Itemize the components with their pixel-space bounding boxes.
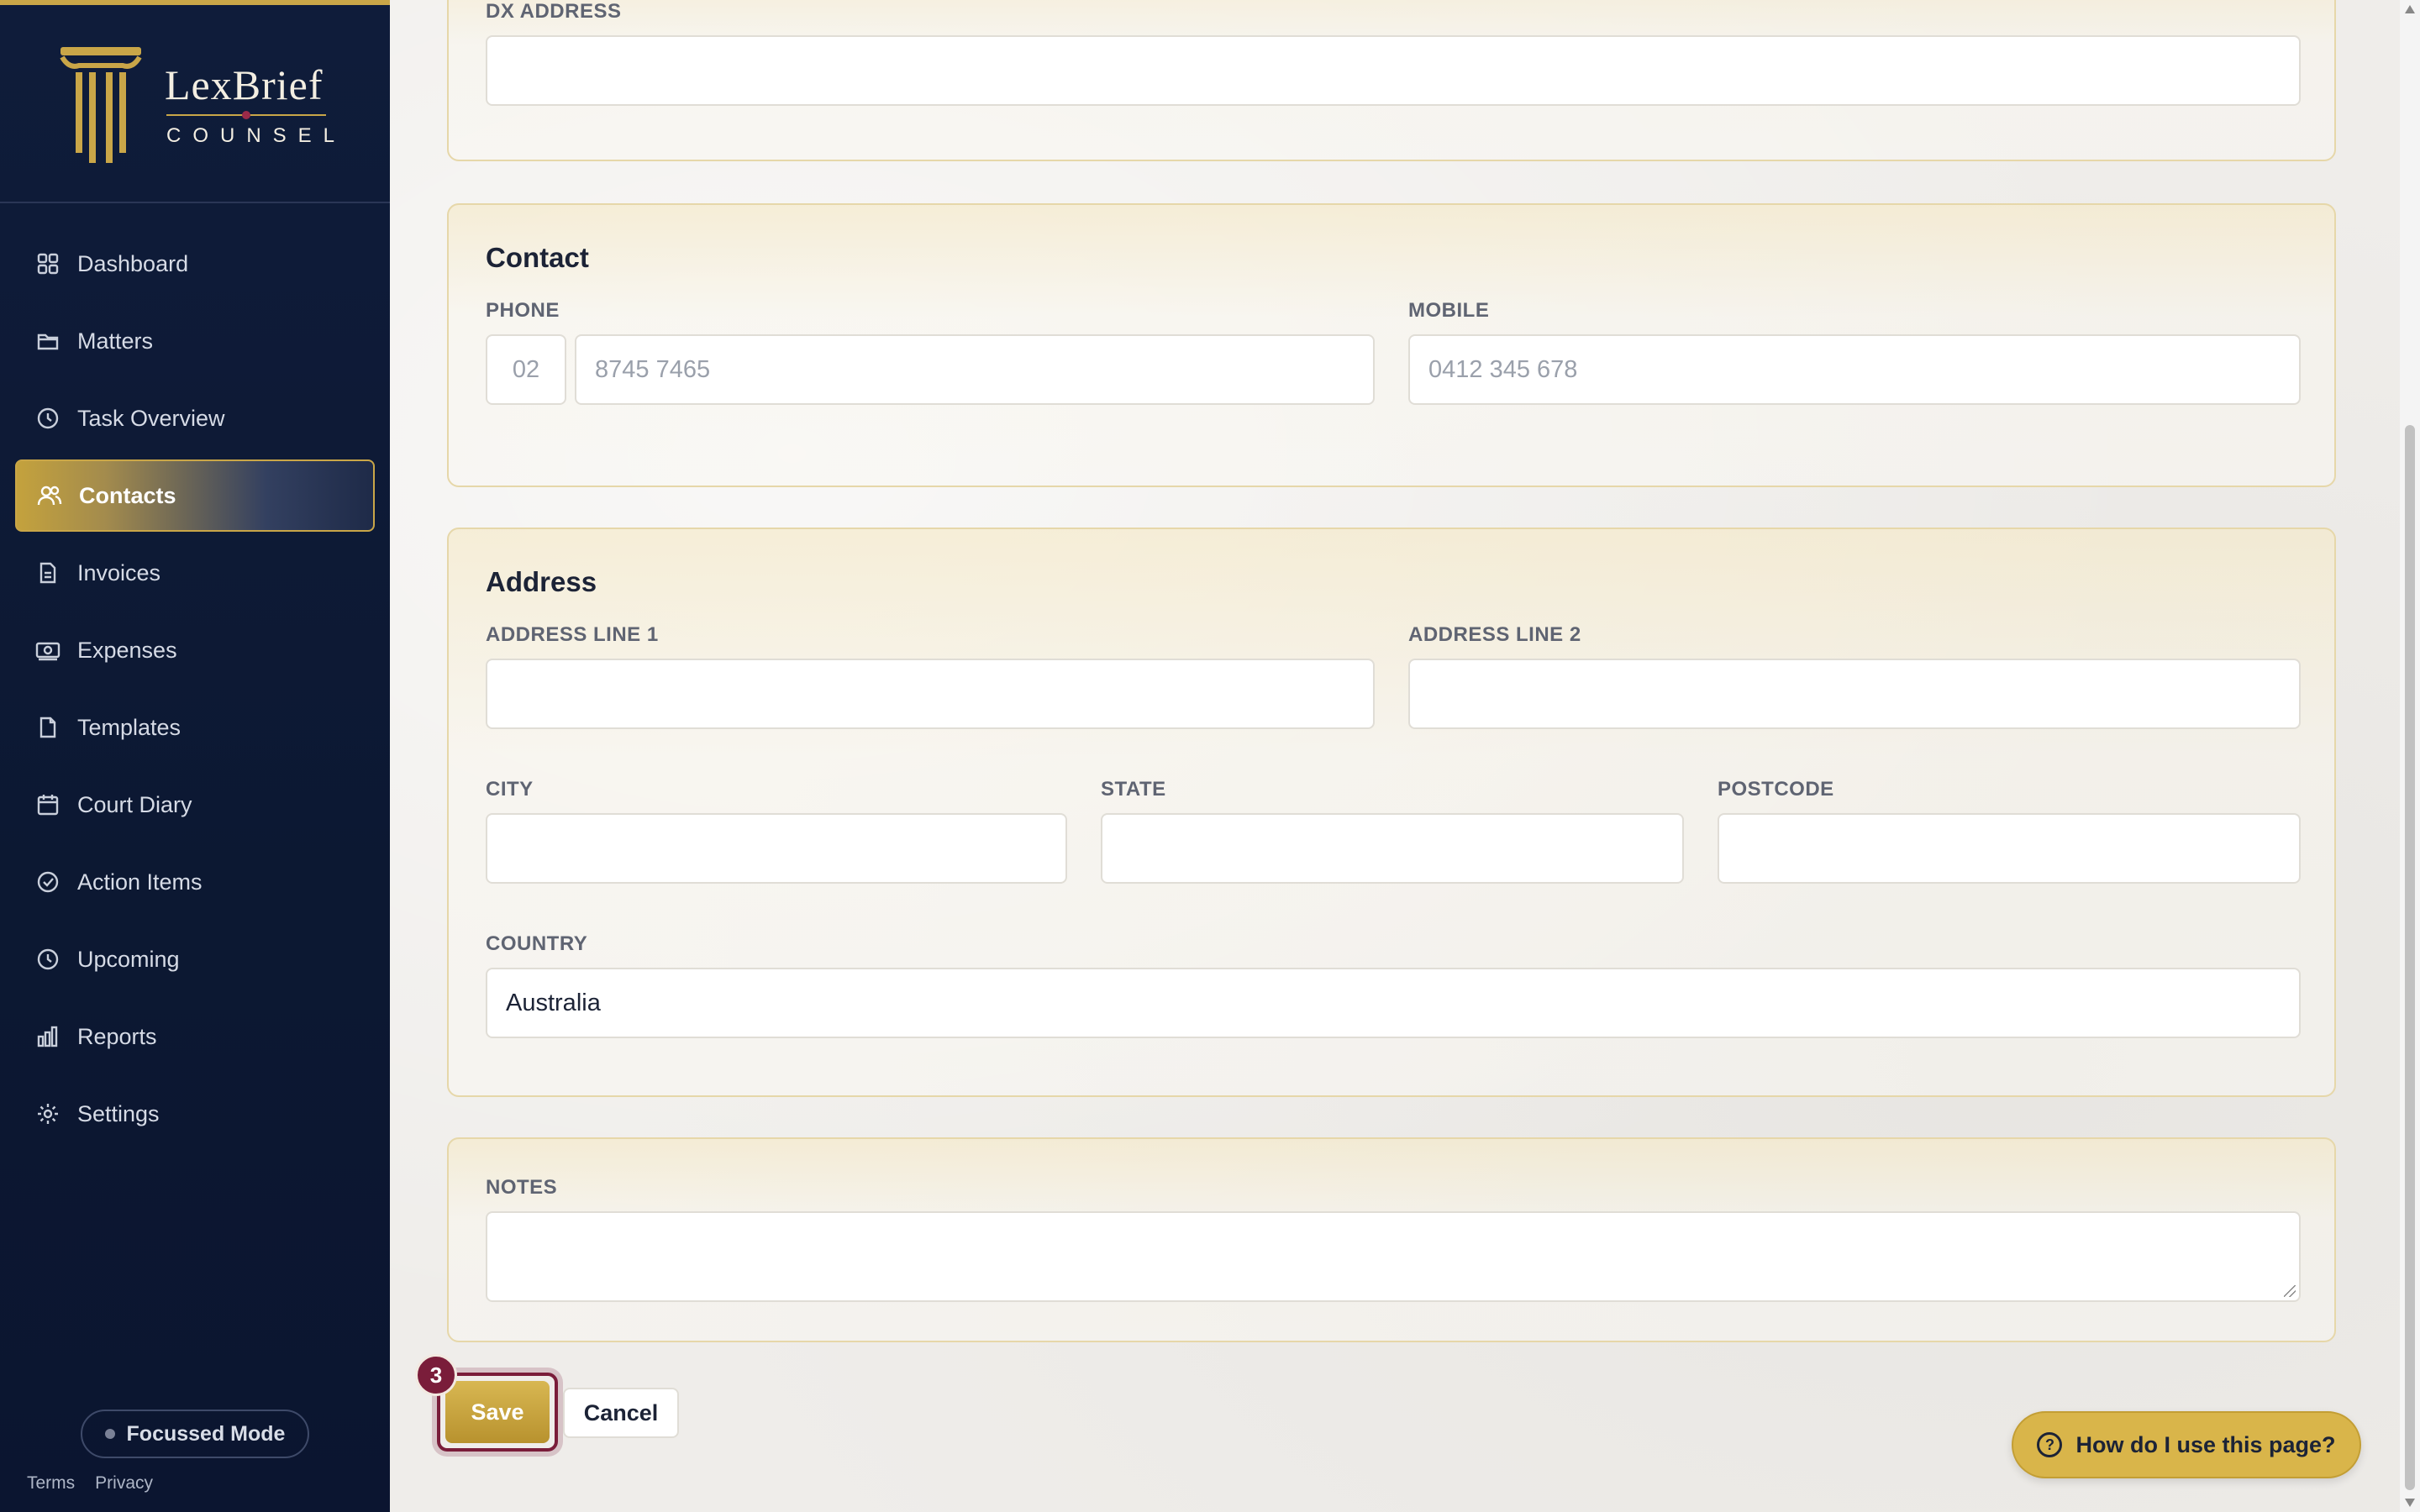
folder-icon	[34, 327, 62, 355]
grid-icon	[34, 249, 62, 278]
clock-icon	[34, 404, 62, 433]
dx-address-label: DX ADDRESS	[486, 0, 622, 23]
main-content: DX ADDRESS Contact PHONE 02 8745 7465 MO…	[390, 0, 2400, 1512]
dx-address-input[interactable]	[486, 35, 2301, 106]
status-dot	[104, 1429, 115, 1439]
calendar-icon	[34, 790, 62, 819]
brand-dot	[242, 111, 250, 119]
dx-address-card: DX ADDRESS	[447, 0, 2336, 161]
brand-name: LexBrief	[165, 61, 324, 108]
brand-sub: COUNSEL	[166, 124, 347, 147]
sidebar-item-label: Contacts	[79, 482, 176, 508]
phone-label: PHONE	[486, 299, 560, 322]
sidebar-item-label: Templates	[77, 714, 182, 740]
address-card: Address ADDRESS LINE 1 ADDRESS LINE 2 CI…	[447, 528, 2336, 1097]
sidebar-item-settings[interactable]: Settings	[0, 1075, 390, 1152]
sidebar-item-label: Upcoming	[77, 946, 180, 972]
sidebar-item-action-items[interactable]: Action Items	[0, 843, 390, 921]
sidebar: LexBrief COUNSEL Dashboard Matters Task …	[0, 0, 390, 1512]
sidebar-item-matters[interactable]: Matters	[0, 302, 390, 380]
help-label: How do I use this page?	[2075, 1431, 2336, 1457]
mobile-input[interactable]: 0412 345 678	[1408, 334, 2301, 405]
state-label: STATE	[1101, 778, 1166, 801]
sidebar-item-label: Settings	[77, 1100, 160, 1126]
resize-handle-icon[interactable]	[2284, 1285, 2296, 1297]
sidebar-item-label: Task Overview	[77, 405, 225, 431]
contact-card: Contact PHONE 02 8745 7465 MOBILE 0412 3…	[447, 203, 2336, 487]
sidebar-item-label: Court Diary	[77, 791, 192, 817]
notes-card: NOTES	[447, 1137, 2336, 1342]
focused-mode-label: Focussed Mode	[126, 1421, 286, 1446]
country-input[interactable]: Australia	[486, 968, 2301, 1038]
gear-icon	[34, 1100, 62, 1128]
sidebar-item-label: Action Items	[77, 869, 203, 895]
notes-textarea[interactable]	[486, 1211, 2301, 1302]
postcode-label: POSTCODE	[1718, 778, 1834, 801]
file-icon	[34, 713, 62, 742]
sidebar-item-label: Reports	[77, 1023, 157, 1049]
sidebar-item-upcoming[interactable]: Upcoming	[0, 921, 390, 998]
invoice-icon	[34, 559, 62, 587]
sidebar-item-label: Expenses	[77, 637, 177, 663]
logo[interactable]: LexBrief COUNSEL	[0, 5, 390, 203]
pillar-logo-icon	[60, 47, 142, 163]
city-label: CITY	[486, 778, 534, 801]
notes-label: NOTES	[486, 1176, 558, 1199]
country-label: COUNTRY	[486, 932, 588, 955]
footer-links: Terms Privacy	[27, 1473, 153, 1494]
scroll-down-icon[interactable]	[2405, 1499, 2415, 1507]
sidebar-item-court-diary[interactable]: Court Diary	[0, 766, 390, 843]
contact-title: Contact	[486, 242, 589, 273]
address-line2-input[interactable]	[1408, 659, 2301, 729]
address-line1-label: ADDRESS LINE 1	[486, 623, 659, 646]
sidebar-item-label: Invoices	[77, 559, 161, 585]
question-circle-icon: ?	[2037, 1432, 2063, 1457]
state-input[interactable]	[1101, 813, 1684, 884]
bar-chart-icon	[34, 1022, 62, 1051]
scroll-up-icon[interactable]	[2405, 5, 2415, 13]
sidebar-item-task-overview[interactable]: Task Overview	[0, 380, 390, 457]
address-line1-input[interactable]	[486, 659, 1375, 729]
address-line2-label: ADDRESS LINE 2	[1408, 623, 1581, 646]
city-input[interactable]	[486, 813, 1067, 884]
sidebar-item-label: Matters	[77, 328, 154, 354]
scrollbar-thumb[interactable]	[2405, 425, 2415, 1490]
postcode-input[interactable]	[1718, 813, 2301, 884]
check-circle-icon	[34, 868, 62, 896]
save-highlight: Save	[437, 1373, 558, 1452]
clock-icon	[34, 945, 62, 974]
sidebar-item-contacts[interactable]: Contacts	[15, 459, 375, 532]
sidebar-item-reports[interactable]: Reports	[0, 998, 390, 1075]
mobile-label: MOBILE	[1408, 299, 1490, 322]
phone-input[interactable]: 8745 7465	[575, 334, 1375, 405]
sidebar-item-invoices[interactable]: Invoices	[0, 534, 390, 612]
sidebar-item-dashboard[interactable]: Dashboard	[0, 225, 390, 302]
scrollbar[interactable]	[2400, 0, 2420, 1512]
focused-mode-button[interactable]: Focussed Mode	[81, 1410, 309, 1458]
sidebar-nav: Dashboard Matters Task Overview Contacts…	[0, 225, 390, 1152]
cash-icon	[34, 636, 62, 664]
save-button[interactable]: Save	[445, 1381, 550, 1443]
terms-link[interactable]: Terms	[27, 1473, 75, 1494]
phone-area-code-input[interactable]: 02	[486, 334, 566, 405]
sidebar-item-expenses[interactable]: Expenses	[0, 612, 390, 689]
users-icon	[35, 481, 64, 510]
cancel-button[interactable]: Cancel	[563, 1388, 679, 1438]
sidebar-item-label: Dashboard	[77, 250, 189, 276]
sidebar-item-templates[interactable]: Templates	[0, 689, 390, 766]
privacy-link[interactable]: Privacy	[95, 1473, 153, 1494]
step-badge: 3	[415, 1354, 457, 1396]
address-title: Address	[486, 566, 597, 597]
help-button[interactable]: ? How do I use this page?	[2012, 1411, 2361, 1478]
